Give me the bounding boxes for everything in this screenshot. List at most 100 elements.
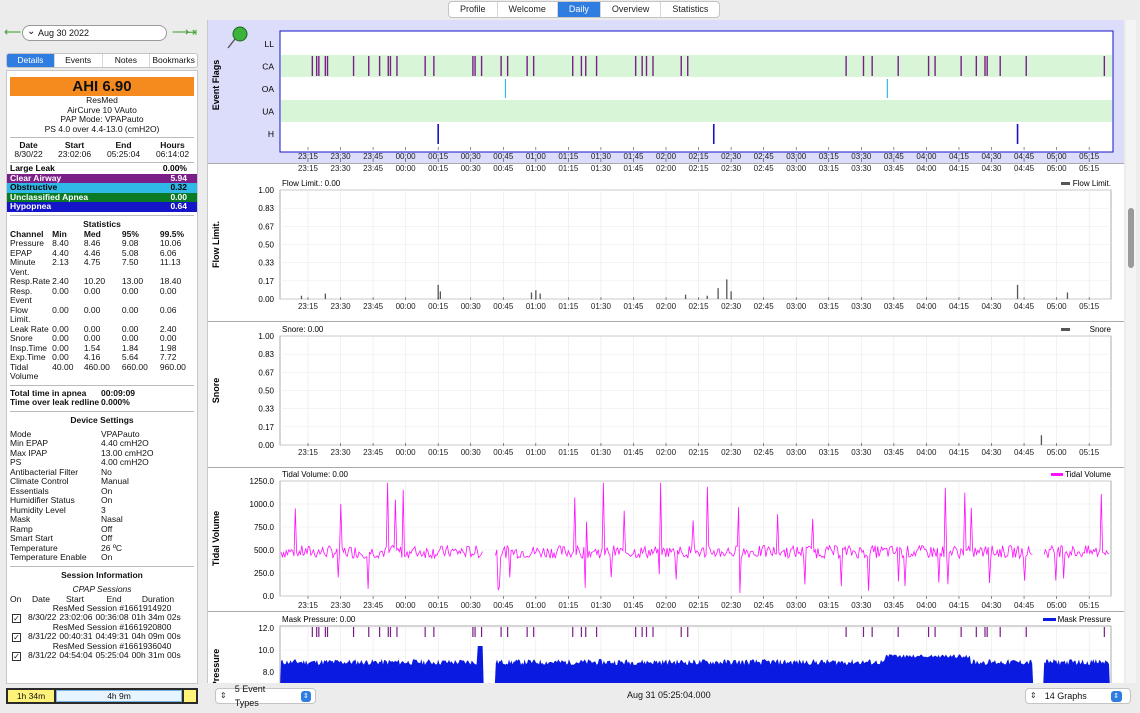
leak-redline-row: Time over leak redline 0.000% [10,397,130,408]
time-tick-label: 03:30 [851,448,872,457]
y-tick-label: 0.50 [258,387,274,396]
flag-row-label: H [268,129,274,139]
cursor-time: Aug 31 05:25:04.000 [627,690,711,700]
time-tick-label: 02:45 [754,302,775,311]
session-info-title: Session Information [61,569,143,580]
details-panel: AHI 6.90 ResMed AirCurve 10 VAuto PAP Mode… [6,70,198,684]
time-tick-label: 00:45 [493,448,514,457]
session-bar-1[interactable]: 1h 34m [8,690,54,702]
session-bar-3[interactable] [184,690,196,702]
time-tick-label: 04:30 [981,601,1002,610]
stats-cell: Tidal Volume [10,361,39,382]
tab-details[interactable]: Details [7,54,55,67]
legend-label: Snore [1090,325,1112,334]
ua-band [281,100,1112,122]
y-tick-label: 8.0 [263,668,275,677]
y-tick-label: 0.17 [258,423,274,432]
time-tick-label: 01:15 [558,601,579,610]
ahi-banner: AHI 6.90 [10,77,194,96]
time-tick-label: 04:45 [1014,448,1035,457]
stats-cell: 0.00 [121,285,139,296]
tab-notes[interactable]: Notes [103,54,151,67]
time-tick-label: 02:30 [721,448,742,457]
time-tick-label: 01:30 [591,164,612,173]
date-value: Aug 30 2022 [38,28,90,38]
y-tick-label: 0.67 [258,222,274,231]
time-tick-label: 03:00 [786,302,807,311]
tab-daily[interactable]: Daily [557,2,601,17]
time-tick-label: 01:45 [623,601,644,610]
time-tick-label: 00:30 [461,448,482,457]
graph-scrollbar[interactable] [1126,20,1136,683]
legend-swatch [1043,618,1056,621]
tab-welcome[interactable]: Welcome [498,2,558,17]
stats-cell: 0.00 [83,304,101,315]
time-tick-label: 01:00 [526,448,547,457]
time-tick-label: 02:00 [656,601,677,610]
event-types-dropdown[interactable]: ⇕ 5 Event Types ⇕ [215,684,316,708]
y-axis-label: Event Flags [211,60,221,111]
time-tick-label: 05:15 [1079,302,1100,311]
last-day-arrow-icon[interactable]: ⇥ [187,26,197,39]
session-field: 04:54:04 [59,650,93,661]
time-tick-label: 01:15 [558,164,579,173]
event-indices: Large Leak 0.00% Clear Airway 5.94 Obstructi… [7,163,197,212]
y-tick-label: 1250.0 [250,477,275,486]
stats-cell: 960.00 [159,361,186,372]
time-tick-label: 02:45 [754,601,775,610]
status-bar: ⇕ 5 Event Types ⇕ Aug 31 05:25:04.000 ⇕ … [207,684,1140,709]
stats-cell: 2.13 [52,257,69,268]
time-tick-label: 04:30 [981,448,1002,457]
time-tick-label: 04:45 [1014,601,1035,610]
tab-statistics[interactable]: Statistics [661,2,719,17]
flag-row-label: LL [265,39,275,49]
y-tick-label: 0.17 [258,277,274,286]
prev-day-arrow-icon[interactable]: ⟵ [4,26,21,39]
time-tick-label: 01:15 [558,448,579,457]
time-tick-label: 03:30 [851,302,872,311]
chevron-down-icon: ⌄ [27,26,36,37]
session-checkbox[interactable]: ✓ [12,613,21,623]
session-bar-2[interactable]: 4h 9m [56,690,182,702]
tab-overview[interactable]: Overview [601,2,662,17]
tab-profile[interactable]: Profile [449,2,498,17]
tab-bookmarks[interactable]: Bookmarks [150,54,197,67]
time-tick-label: 04:15 [949,302,970,311]
time-tick-label: 02:15 [689,302,710,311]
y-tick-label: 0.33 [258,405,274,414]
stats-row: Resp. Event 0.00 0.00 0.00 0.00 [7,285,197,306]
date-picker[interactable]: ⌄ Aug 30 2022 [22,25,167,41]
legend-label: Mask Pressure [1058,615,1112,624]
event-flags-plot [279,30,1114,153]
time-tick-label: 04:45 [1014,302,1035,311]
y-tick-label: 12.0 [258,624,274,633]
time-tick-label: 05:15 [1079,601,1100,610]
time-tick-label: 04:15 [949,448,970,457]
y-tick-label: 250.0 [254,569,275,578]
time-tick-label: 01:30 [591,601,612,610]
graphs-dropdown[interactable]: ⇕ 14 Graphs ⇕ [1025,688,1131,704]
time-tick-label: 23:45 [363,448,384,457]
graph-area: Event Flags LL CA OA UA H 23:15 23:30 23:45 00:00… [207,20,1124,683]
time-tick-label: 03:45 [884,601,905,610]
time-tick-label: 23:15 [298,164,319,173]
pin-icon[interactable] [232,26,248,42]
tab-events[interactable]: Events [55,54,103,67]
legend-swatch [1061,182,1070,185]
panel-title: Flow Limit.: 0.00 [282,179,341,188]
session-checkbox[interactable]: ✓ [12,632,21,642]
time-tick-label: 02:00 [656,302,677,311]
time-tick-label: 23:15 [298,448,319,457]
time-tick-label: 02:15 [689,601,710,610]
scroll-thumb[interactable] [1128,208,1134,268]
time-tick-label: 00:00 [396,302,417,311]
sessions-col-date: Date [32,593,50,604]
time-tick-label: 04:00 [916,164,937,173]
time-tick-label: 02:30 [721,164,742,173]
time-tick-label: 03:15 [819,164,840,173]
time-tick-label: 01:45 [623,164,644,173]
time-tick-label: 05:15 [1079,448,1100,457]
y-tick-label: 0.67 [258,368,274,377]
plot-frame [279,480,1112,597]
session-checkbox[interactable]: ✓ [12,651,21,661]
